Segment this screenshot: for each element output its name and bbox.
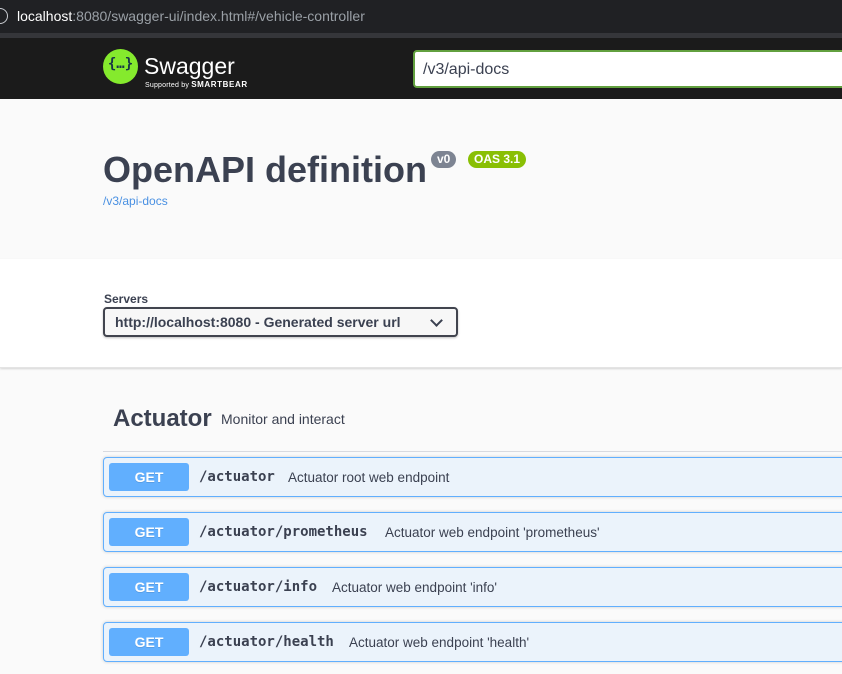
operation-path: /actuator	[199, 469, 275, 485]
swagger-logo-title: Swagger	[144, 53, 235, 79]
tag-description: Monitor and interact	[221, 411, 345, 427]
operation-get-actuator[interactable]: GET /actuator Actuator root web endpoint	[103, 457, 842, 497]
server-select-value: http://localhost:8080 - Generated server…	[115, 314, 401, 330]
operation-get-actuator-health[interactable]: GET /actuator/health Actuator web endpoi…	[103, 622, 842, 662]
operation-summary: Actuator web endpoint 'health'	[349, 635, 530, 650]
operation-summary: Actuator web endpoint 'info'	[332, 580, 498, 595]
tag-name: Actuator	[113, 405, 212, 432]
operation-summary: Actuator web endpoint 'prometheus'	[385, 525, 600, 540]
operation-path: /actuator/health	[199, 634, 334, 650]
server-select[interactable]: http://localhost:8080 - Generated server…	[103, 307, 458, 337]
oas-badge: OAS 3.1	[468, 151, 527, 168]
url-host: localhost	[17, 8, 73, 24]
servers-label: Servers	[104, 292, 149, 306]
method-badge: GET	[109, 518, 189, 546]
swagger-logo-glyph: {…}	[107, 56, 134, 72]
logo-sub-brand: SMARTBEAR	[191, 80, 248, 89]
operation-path: /actuator/prometheus	[199, 524, 368, 540]
page-title: OpenAPI definition	[103, 149, 427, 190]
browser-url[interactable]: localhost:8080/swagger-ui/index.html#/ve…	[17, 8, 365, 24]
operation-summary: Actuator root web endpoint	[288, 470, 450, 485]
logo-sub-prefix: Supported by	[145, 82, 190, 89]
operation-get-actuator-info[interactable]: GET /actuator/info Actuator web endpoint…	[103, 567, 842, 607]
method-badge: GET	[109, 463, 189, 491]
chevron-down-icon	[430, 314, 443, 327]
swagger-logo-icon: {…}	[103, 49, 138, 84]
operation-get-actuator-prometheus[interactable]: GET /actuator/prometheus Actuator web en…	[103, 512, 842, 552]
browser-address-bar[interactable]: localhost:8080/swagger-ui/index.html#/ve…	[0, 0, 842, 38]
spec-link[interactable]: /v3/api-docs	[103, 194, 168, 208]
method-badge: GET	[109, 573, 189, 601]
servers-section: Servers http://localhost:8080 - Generate…	[0, 259, 842, 368]
version-badge: v0	[431, 151, 457, 168]
swagger-logo-subtitle: Supported by SMARTBEAR	[145, 80, 248, 89]
operation-path: /actuator/info	[199, 579, 318, 595]
url-path: :8080/swagger-ui/index.html#/vehicle-con…	[72, 8, 365, 24]
swagger-topbar: {…} Swagger Supported by SMARTBEAR	[0, 38, 842, 99]
tag-header-actuator[interactable]: Actuator Monitor and interact	[103, 394, 842, 452]
method-badge: GET	[109, 628, 189, 656]
api-info: OpenAPI definition v0 OAS 3.1 /v3/api-do…	[0, 99, 842, 259]
api-url-field[interactable]	[413, 50, 842, 88]
site-info-icon[interactable]	[0, 8, 8, 24]
api-url-input[interactable]	[423, 59, 823, 81]
